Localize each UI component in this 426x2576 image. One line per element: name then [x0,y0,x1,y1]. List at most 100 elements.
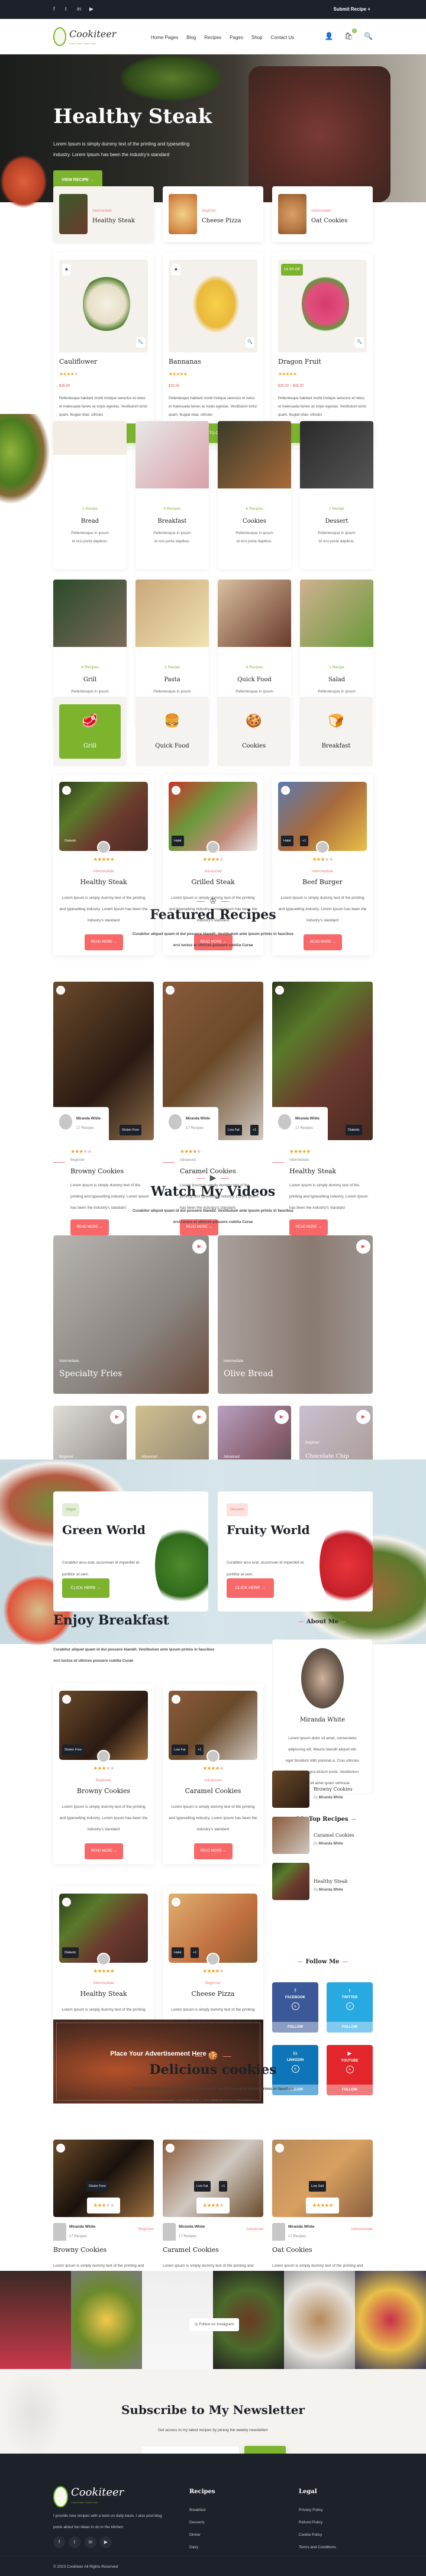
linkedin-icon[interactable]: in [85,2536,96,2548]
facebook-icon[interactable]: f [53,2536,65,2548]
footer-link-dinner[interactable]: Dinner [189,2533,201,2537]
search-icon[interactable]: 🔍 [364,32,373,40]
diet-tag[interactable]: +1 [195,1745,204,1755]
author-avatar[interactable] [163,2223,176,2241]
heart-icon[interactable]: ♡ [172,1695,180,1704]
diet-tag[interactable]: Diabetic [346,1125,362,1135]
user-icon[interactable]: 👤 [325,32,334,40]
follow-twitter-box[interactable]: t TWITTER + FOLLOW [327,1982,373,2033]
heart-icon[interactable]: ♡ [281,786,290,795]
tab-breakfast[interactable]: 🍞 Breakfast [299,697,373,766]
video-card[interactable]: ▶ Intermediate Specialty Fries [53,1235,209,1394]
product-image[interactable]: 14.3% Off 🔍 [278,260,367,352]
heart-icon[interactable]: ♡ [172,786,180,795]
author-link[interactable]: Miranda White [319,1842,343,1846]
zoom-icon[interactable]: 🔍 [355,337,364,348]
top-recipe-name[interactable]: Browny Cookies [314,1787,353,1792]
author-avatar[interactable] [97,1953,110,1966]
footer-link-dairy[interactable]: Dairy [189,2545,198,2549]
recipe-name[interactable]: Healthy Steak [53,1990,154,1998]
diet-tag[interactable]: Low Fat [194,2181,211,2192]
diet-tag[interactable]: +1 [191,1947,199,1958]
author-name[interactable]: Miranda White [295,1117,320,1121]
top-recipe-image[interactable] [272,1771,309,1808]
play-icon[interactable]: ▶ [110,1410,124,1424]
author-avatar[interactable] [59,1114,72,1130]
recipe-name[interactable]: Beef Burger [272,878,373,886]
author-name[interactable]: Miranda White [179,2225,205,2229]
diet-tag[interactable]: Gluten Free [120,1125,142,1135]
top-recipe-item[interactable]: Caramel Cookies By Miranda White [272,1817,373,1855]
footer-link-cookie[interactable]: Cookie Policy [299,2533,322,2537]
footer-link-breakfast[interactable]: Breakfast [189,2508,205,2512]
top-recipe-name[interactable]: Healthy Steak [314,1879,348,1884]
product-name[interactable]: Bannanas [169,358,201,365]
latest-recipe-card[interactable]: Intermediate Oat Cookies [272,186,373,242]
follow-instagram-button[interactable]: ◎ Follow on Instagram [189,2318,239,2331]
product-image[interactable]: ★ 🔍 [59,260,148,352]
follow-button[interactable]: FOLLOW [327,2022,373,2033]
tab-cookies[interactable]: 🍪 Cookies [217,697,291,766]
diet-tag[interactable]: Diabetic [62,836,79,846]
play-icon[interactable]: ▶ [192,1240,206,1254]
follow-facebook-box[interactable]: f FACEBOOK + FOLLOW [272,1982,318,2033]
tab-grill[interactable]: 🥩 Grill [53,697,127,766]
author-avatar[interactable] [53,2223,66,2241]
play-icon[interactable]: ▶ [275,1410,289,1424]
author-name[interactable]: Miranda White [76,1117,101,1121]
heart-icon[interactable]: ♡ [166,2144,175,2153]
heart-icon[interactable]: ♡ [56,2144,65,2153]
heart-icon[interactable]: ♡ [172,1898,180,1907]
heart-icon[interactable]: ♡ [275,986,284,995]
author-name[interactable]: Miranda White [186,1117,210,1121]
author-link[interactable]: Miranda White [319,1796,343,1800]
author-avatar[interactable] [272,2223,285,2241]
diet-tag[interactable]: +1 [250,1125,259,1135]
latest-recipe-card[interactable]: Beginner Cheese Pizza [163,186,263,242]
heart-icon[interactable]: ♡ [62,786,71,795]
author-avatar[interactable] [206,1750,220,1763]
diet-tag[interactable]: Halal [281,836,293,846]
recipe-name[interactable]: Caramel Cookies [163,1787,263,1795]
recipe-name[interactable]: Browny Cookies [53,2246,106,2254]
submit-recipe-link[interactable]: Submit Recipe + [334,7,370,12]
vegan-tag[interactable]: Vegan [62,1503,80,1516]
logo-name[interactable]: Cookiteer [69,28,116,40]
product-name[interactable]: Cauliflower [59,358,97,365]
product-image[interactable]: ★ 🔍 [169,260,257,352]
author-avatar[interactable] [278,1114,291,1130]
category-card[interactable]: 6 Recipes Cookies Pellentesque in ipsum … [218,421,291,569]
heart-icon[interactable]: ♡ [62,1898,71,1907]
heart-icon[interactable]: ♡ [62,1695,71,1704]
recipe-name[interactable]: Oat Cookies [272,2246,312,2254]
nav-blog[interactable]: Blog [186,35,196,40]
click-here-button[interactable]: CLICK HERE → [62,1578,109,1598]
nav-pages[interactable]: Pages [230,35,243,40]
footer-link-terms[interactable]: Terms and Conditions [299,2545,336,2549]
instagram-photo[interactable] [71,2271,142,2369]
author-name[interactable]: Miranda White [288,2225,314,2229]
recipe-name[interactable]: Grilled Steak [163,878,263,886]
facebook-icon[interactable]: f [53,6,55,12]
category-card[interactable]: 1 Recipe Bread Pellentesque in ipsum id … [53,421,127,569]
category-card[interactable]: 1 Recipe Dessert Pellentesque in ipsum i… [300,421,373,569]
diet-tag[interactable]: Gluten Free [62,1745,85,1755]
recipe-name[interactable]: Caramel Cookies [163,2246,219,2254]
youtube-icon[interactable]: ▶ [100,2536,112,2548]
heart-icon[interactable]: ♡ [56,986,65,995]
diet-tag[interactable]: +1 [300,836,309,846]
recipe-name[interactable]: Healthy Steak [53,878,154,886]
twitter-icon[interactable]: t [69,2536,80,2548]
play-icon[interactable]: ▶ [356,1410,370,1424]
click-here-button[interactable]: CLICK HERE → [227,1578,274,1598]
author-avatar[interactable] [206,841,220,854]
heart-icon[interactable]: ♡ [275,2144,284,2153]
instagram-photo[interactable] [355,2271,426,2369]
top-recipe-item[interactable]: Browny Cookies By Miranda White [272,1771,373,1808]
zoom-icon[interactable]: 🔍 [246,337,254,348]
instagram-photo[interactable] [284,2271,355,2369]
youtube-icon[interactable]: ▶ [89,6,93,12]
footer-link-privacy[interactable]: Privacy Policy [299,2508,322,2512]
author-name[interactable]: Miranda White [69,2225,95,2229]
author-avatar[interactable] [206,1953,220,1966]
